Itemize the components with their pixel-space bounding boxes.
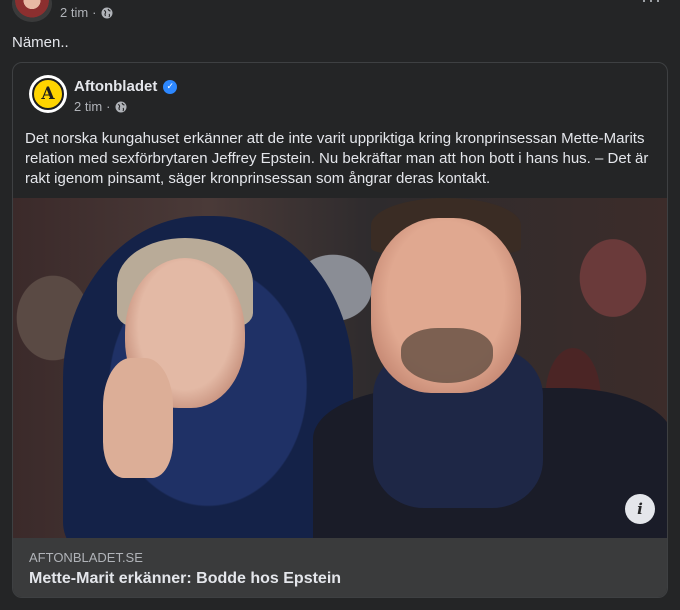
- link-preview-footer[interactable]: AFTONBLADET.SE Mette-Marit erkänner: Bod…: [13, 538, 667, 597]
- link-title[interactable]: Mette-Marit erkänner: Bodde hos Epstein: [29, 570, 341, 588]
- page-name[interactable]: Aftonbladet: [74, 78, 157, 95]
- shared-post-time[interactable]: 2 tim: [74, 99, 102, 114]
- post-header: 2 tim · ···: [12, 0, 668, 28]
- post-text: Nämen..: [12, 34, 69, 51]
- more-options-icon[interactable]: ···: [641, 0, 662, 11]
- woman-hand: [103, 358, 173, 478]
- info-icon[interactable]: i: [625, 494, 655, 524]
- post-meta: 2 tim ·: [60, 5, 113, 20]
- verified-badge-icon: ✓: [163, 79, 178, 94]
- shared-meta-separator: ·: [106, 99, 111, 114]
- man-beard: [401, 328, 493, 383]
- meta-separator: ·: [92, 5, 97, 20]
- globe-icon: [115, 101, 127, 112]
- logo-letter: A: [32, 78, 64, 110]
- shared-post-text: Det norska kungahuset erkänner att de in…: [25, 130, 649, 187]
- page-name-row: Aftonbladet ✓: [74, 78, 178, 95]
- link-preview-image[interactable]: i: [13, 198, 667, 538]
- link-domain: AFTONBLADET.SE: [29, 550, 143, 565]
- avatar[interactable]: [12, 0, 52, 22]
- shared-post-card[interactable]: A Aftonbladet ✓ 2 tim · Det norska kunga…: [12, 62, 668, 598]
- post-time[interactable]: 2 tim: [60, 5, 88, 20]
- globe-icon: [101, 7, 113, 18]
- shared-post-meta: 2 tim ·: [74, 99, 127, 114]
- aftonbladet-logo[interactable]: A: [29, 75, 67, 113]
